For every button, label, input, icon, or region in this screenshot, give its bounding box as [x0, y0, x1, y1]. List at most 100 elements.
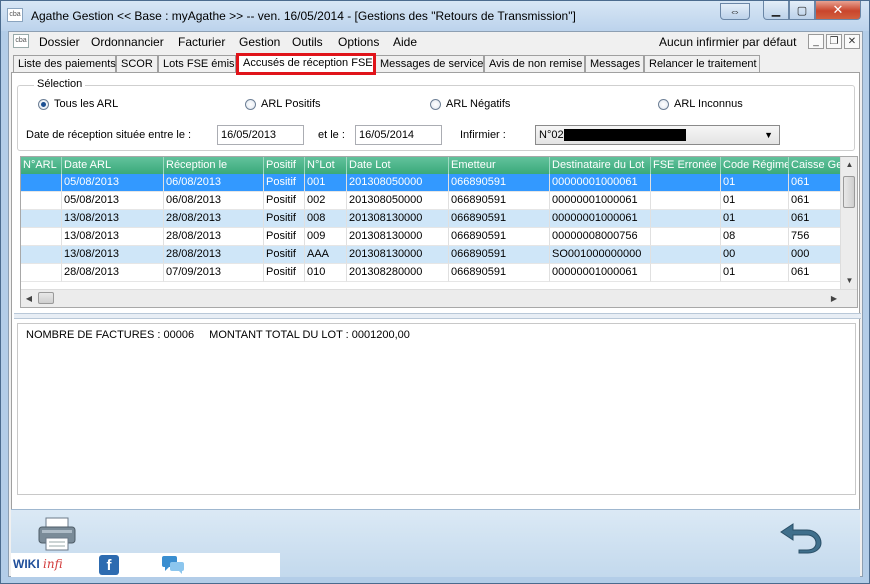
child-close-button[interactable]: ✕: [844, 34, 860, 49]
col-fse-erronee-header[interactable]: FSE Erronée: [651, 157, 721, 174]
col-emetteur-cell: 066890591: [449, 192, 550, 210]
col-nlot-cell: AAA: [305, 246, 347, 264]
facebook-icon[interactable]: f: [99, 555, 119, 575]
table-row[interactable]: 13/08/2013 28/08/2013 Positif 008 2013081300…: [21, 210, 841, 228]
col-emetteur-cell: 066890591: [449, 210, 550, 228]
maximize-button[interactable]: ▢: [789, 1, 815, 20]
close-button[interactable]: ✕: [815, 1, 861, 20]
col-code-regime-cell: 08: [721, 228, 789, 246]
title-bar[interactable]: cba Agathe Gestion << Base : myAgathe >>…: [1, 1, 869, 31]
horizontal-scrollbar[interactable]: ◀ ▶: [21, 289, 857, 307]
col-destinataire-cell: 00000001000061: [550, 192, 651, 210]
date-to-input[interactable]: 16/05/2014: [355, 125, 442, 145]
menu-aide[interactable]: Aide: [393, 35, 417, 49]
col-nlot-cell: 001: [305, 174, 347, 192]
radio-inconnus[interactable]: ARL Inconnus: [658, 98, 743, 110]
table-row[interactable]: 13/08/2013 28/08/2013 Positif AAA 2013081300…: [21, 246, 841, 264]
col-destinataire-cell: SO001000000000: [550, 246, 651, 264]
col-fse-erronee-cell: [651, 192, 721, 210]
tab-relancer[interactable]: Relancer le traitement: [644, 55, 760, 73]
radio-negatifs-dot[interactable]: [430, 98, 441, 110]
col-reception-header[interactable]: Réception le: [164, 157, 264, 174]
wiki-infi-link[interactable]: WIKI infi: [13, 557, 63, 571]
resize-arrows-icon[interactable]: ⇔: [720, 3, 750, 20]
col-emetteur-cell: 066890591: [449, 246, 550, 264]
col-positif-header[interactable]: Positif: [264, 157, 305, 174]
col-destinataire-header[interactable]: Destinataire du Lot: [550, 157, 651, 174]
scroll-left-icon[interactable]: ◀: [21, 290, 37, 307]
table-row[interactable]: 05/08/2013 06/08/2013 Positif 001 2013080500…: [21, 174, 841, 192]
invoice-count-text: NOMBRE DE FACTURES : 00006: [26, 329, 195, 341]
tab-scor[interactable]: SCOR: [116, 55, 158, 73]
tab-avis-non-remise[interactable]: Avis de non remise: [484, 55, 585, 73]
col-date-arl-cell: 13/08/2013: [62, 228, 164, 246]
window-title: Agathe Gestion << Base : myAgathe >> -- …: [31, 9, 576, 23]
selection-legend: Sélection: [34, 78, 86, 90]
tab-messages[interactable]: Messages: [585, 55, 644, 73]
date-from-input[interactable]: 16/05/2013: [217, 125, 304, 145]
menu-gestion[interactable]: Gestion: [239, 35, 280, 49]
radio-negatifs[interactable]: ARL Négatifs: [430, 98, 510, 110]
menu-outils[interactable]: Outils: [292, 35, 323, 49]
col-caisse-cell: 061: [789, 264, 841, 282]
tab-messages-service[interactable]: Messages de service: [375, 55, 484, 73]
radio-positifs-dot[interactable]: [245, 98, 256, 110]
tab-liste-paiements[interactable]: Liste des paiements: [13, 55, 116, 73]
col-narl-cell: [21, 246, 62, 264]
col-destinataire-cell: 00000001000061: [550, 174, 651, 192]
vertical-scroll-thumb[interactable]: [843, 176, 855, 208]
col-code-regime-header[interactable]: Code Régime: [721, 157, 789, 174]
panel-splitter[interactable]: [14, 313, 861, 319]
printer-icon[interactable]: [37, 516, 77, 552]
child-restore-button[interactable]: ❐: [826, 34, 842, 49]
col-positif-cell: Positif: [264, 246, 305, 264]
scroll-up-icon[interactable]: ▲: [841, 157, 857, 173]
child-window-icon[interactable]: cba: [13, 34, 29, 48]
tab-accuses-reception[interactable]: Accusés de réception FSE: [238, 53, 374, 74]
tab-lots-fse[interactable]: Lots FSE émis: [158, 55, 236, 73]
col-caisse-header[interactable]: Caisse Gest: [789, 157, 841, 174]
radio-inconnus-dot[interactable]: [658, 98, 669, 110]
col-date-lot-cell: 201308050000: [347, 192, 449, 210]
col-nlot-header[interactable]: N°Lot: [305, 157, 347, 174]
scroll-down-icon[interactable]: ▼: [841, 273, 857, 289]
col-emetteur-header[interactable]: Emetteur: [449, 157, 550, 174]
col-narl-header[interactable]: N°ARL: [21, 157, 62, 174]
col-reception-cell: 28/08/2013: [164, 228, 264, 246]
minimize-button[interactable]: ▁: [763, 1, 789, 20]
col-positif-cell: Positif: [264, 174, 305, 192]
col-reception-cell: 28/08/2013: [164, 210, 264, 228]
table-row[interactable]: 28/08/2013 07/09/2013 Positif 010 2013082800…: [21, 264, 841, 282]
infirmier-select[interactable]: N°02 ▼: [535, 125, 780, 145]
radio-tous[interactable]: Tous les ARL: [38, 98, 118, 110]
radio-tous-dot[interactable]: [38, 98, 49, 110]
col-code-regime-cell: 00: [721, 246, 789, 264]
app-icon[interactable]: cba: [7, 8, 23, 22]
col-caisse-cell: 061: [789, 210, 841, 228]
chat-icon[interactable]: [161, 555, 185, 575]
col-destinataire-cell: 00000001000061: [550, 264, 651, 282]
col-date-lot-cell: 201308050000: [347, 174, 449, 192]
scroll-right-icon[interactable]: ▶: [826, 290, 842, 307]
menu-facturier[interactable]: Facturier: [178, 35, 225, 49]
col-fse-erronee-cell: [651, 210, 721, 228]
table-row[interactable]: 05/08/2013 06/08/2013 Positif 002 2013080500…: [21, 192, 841, 210]
radio-positifs[interactable]: ARL Positifs: [245, 98, 321, 110]
back-arrow-icon[interactable]: [779, 518, 825, 554]
menu-ordonnancier[interactable]: Ordonnancier: [91, 35, 164, 49]
col-destinataire-cell: 00000001000061: [550, 210, 651, 228]
menu-dossier[interactable]: Dossier: [39, 35, 80, 49]
col-date-arl-header[interactable]: Date ARL: [62, 157, 164, 174]
col-date-lot-cell: 201308130000: [347, 228, 449, 246]
menu-options[interactable]: Options: [338, 35, 379, 49]
col-date-lot-header[interactable]: Date Lot: [347, 157, 449, 174]
vertical-scrollbar[interactable]: ▲ ▼: [840, 157, 857, 289]
col-nlot-cell: 002: [305, 192, 347, 210]
radio-inconnus-label: ARL Inconnus: [674, 98, 743, 110]
dropdown-arrow-icon[interactable]: ▼: [764, 126, 773, 144]
horizontal-scroll-thumb[interactable]: [38, 292, 54, 304]
table-row[interactable]: 13/08/2013 28/08/2013 Positif 009 2013081300…: [21, 228, 841, 246]
mdi-client: cba Dossier Ordonnancier Facturier Gesti…: [8, 31, 863, 577]
child-minimize-button[interactable]: _: [808, 34, 824, 49]
col-fse-erronee-cell: [651, 228, 721, 246]
